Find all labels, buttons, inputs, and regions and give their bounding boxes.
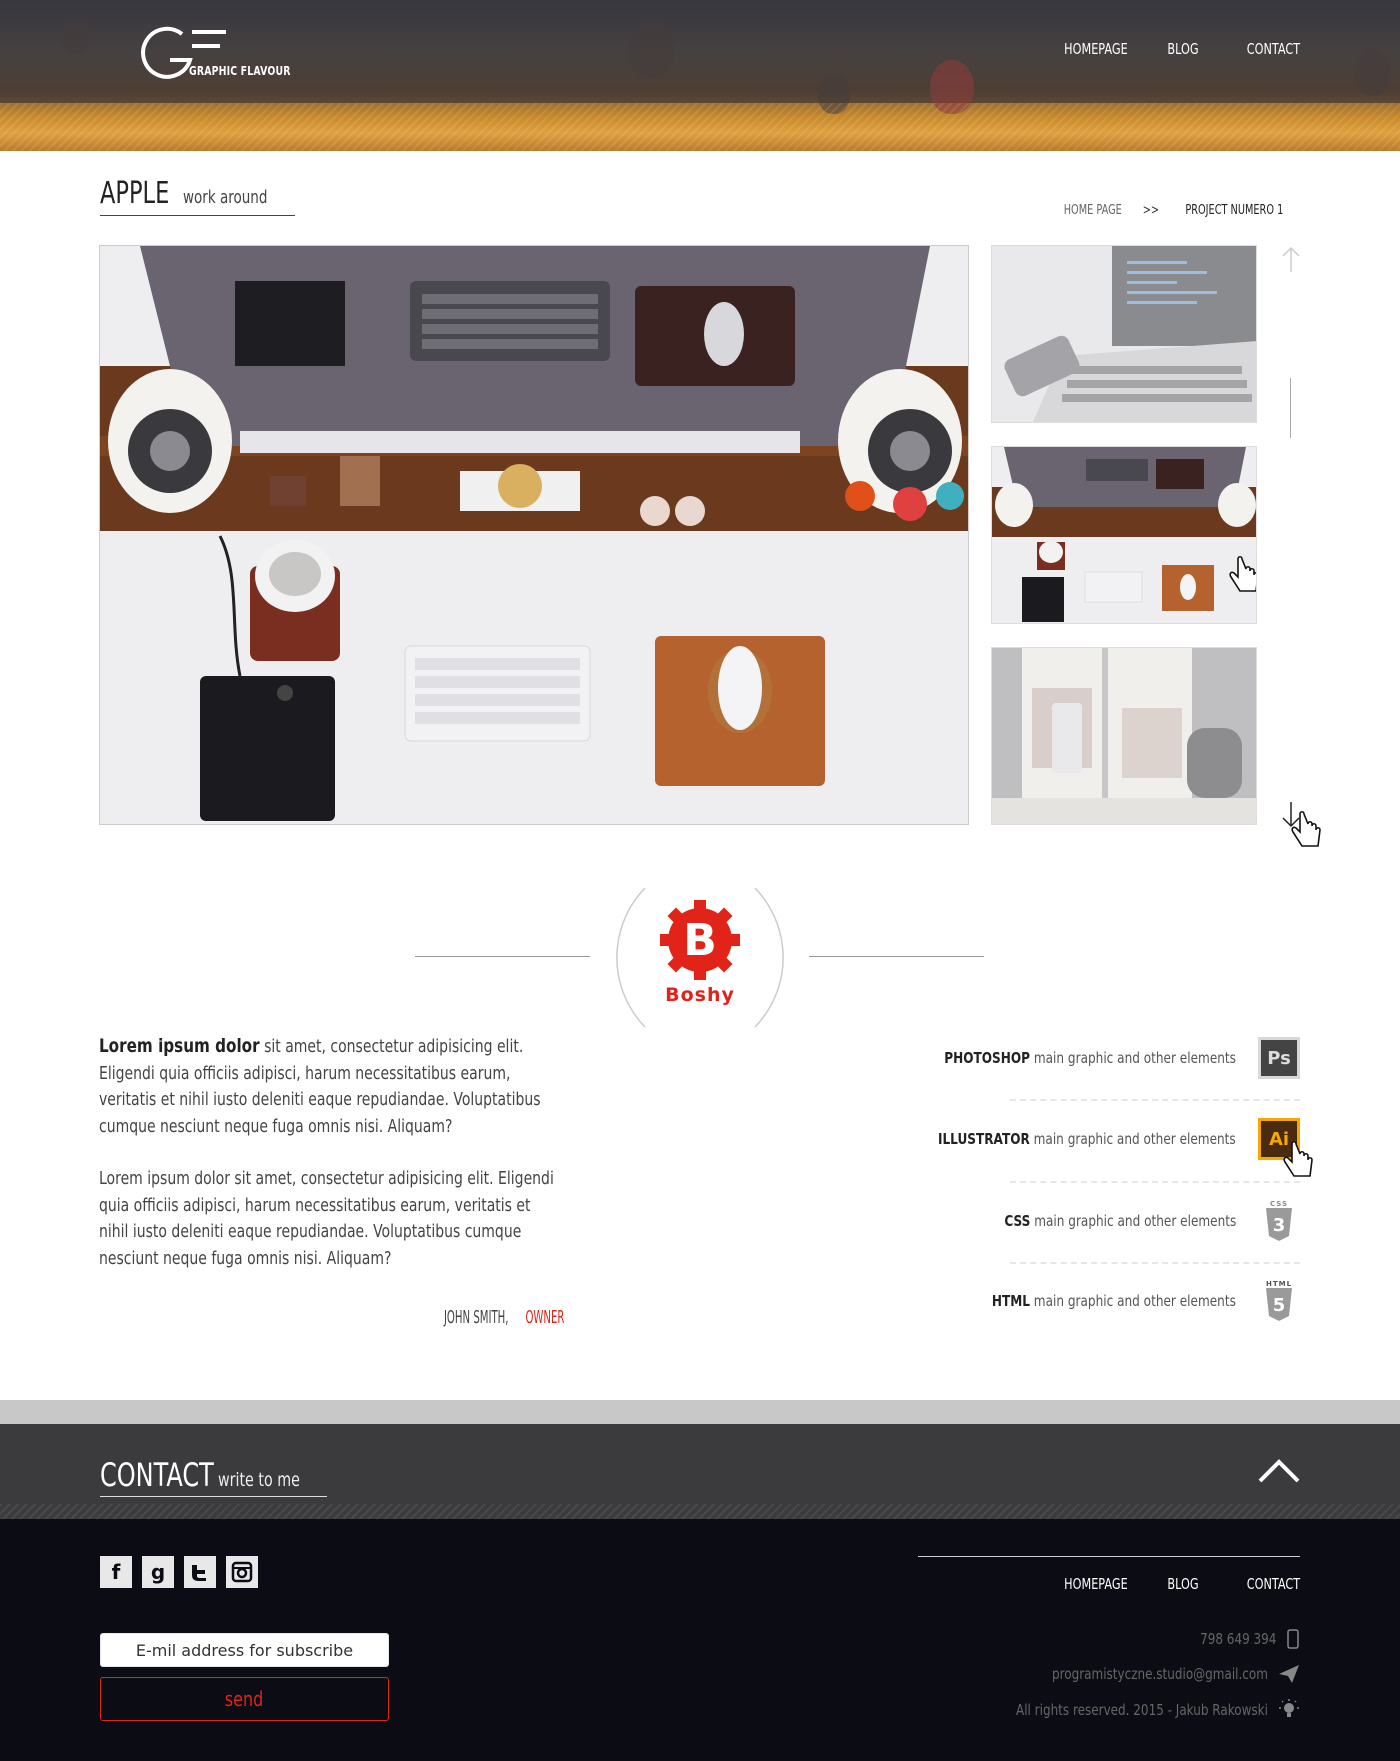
thumbnail-scrollbar[interactable] bbox=[1290, 378, 1291, 438]
footer-nav-blog[interactable]: BLOG bbox=[1168, 1575, 1199, 1593]
section-separator bbox=[0, 1400, 1400, 1424]
site-footer: f g send HOMEPAGE BLOG CONTACT 798 649 3… bbox=[0, 1519, 1400, 1761]
site-header: GRAPHIC FLAVOUR HOMEPAGE BLOG CONTACT bbox=[0, 0, 1400, 151]
hand-cursor-icon bbox=[1229, 555, 1256, 592]
contact-title-sub: write to me bbox=[218, 1469, 301, 1491]
office-photo bbox=[992, 648, 1256, 824]
thumbnail-office[interactable] bbox=[991, 647, 1257, 825]
skill-separator bbox=[1010, 1262, 1300, 1264]
footer-copyright: All rights reserved. 2015 - Jakub Rakows… bbox=[953, 1699, 1300, 1721]
hand-cursor-icon bbox=[1283, 1140, 1313, 1177]
brand-name: Boshy bbox=[665, 984, 735, 1006]
skill-separator bbox=[1010, 1181, 1300, 1183]
lightbulb-icon bbox=[1279, 1699, 1299, 1717]
svg-text:5: 5 bbox=[1273, 1295, 1286, 1316]
project-description: Lorem ipsum dolor sit amet, consectetur … bbox=[99, 1033, 569, 1272]
skill-illustrator: ILLUSTRATOR main graphic and other eleme… bbox=[854, 1118, 1313, 1177]
subscribe-email-input[interactable] bbox=[100, 1633, 389, 1667]
contact-title-main: CONTACT bbox=[100, 1456, 214, 1494]
footer-nav-contact[interactable]: CONTACT bbox=[1247, 1575, 1300, 1593]
illustrator-icon[interactable]: Ai bbox=[1258, 1118, 1313, 1177]
description-lead: Lorem ipsum dolor bbox=[99, 1035, 260, 1057]
breadcrumb-current: PROJECT NUMERO 1 bbox=[1185, 203, 1284, 218]
nav-contact[interactable]: CONTACT bbox=[1247, 40, 1300, 58]
footer-phone: 798 649 394 bbox=[1181, 1629, 1300, 1649]
page-title: APPLE work around bbox=[100, 176, 296, 216]
css3-icon[interactable]: CSS 3 bbox=[1258, 1200, 1300, 1242]
nav-blog[interactable]: BLOG bbox=[1168, 40, 1199, 58]
facebook-icon[interactable]: f bbox=[100, 1556, 132, 1588]
email-address[interactable]: programistyczne.studio@gmail.com bbox=[1052, 1665, 1268, 1683]
description-paragraph-1: Lorem ipsum dolor sit amet, consectetur … bbox=[99, 1033, 563, 1140]
project-main-image bbox=[99, 245, 969, 825]
desk-thumb-photo bbox=[992, 447, 1256, 623]
logo-text[interactable]: GRAPHIC FLAVOUR bbox=[189, 64, 291, 78]
scroll-down-arrow-icon[interactable] bbox=[1282, 800, 1328, 856]
skill-label: PHOTOSHOP main graphic and other element… bbox=[944, 1049, 1236, 1067]
breadcrumb: HOME PAGE >> PROJECT NUMERO 1 bbox=[1054, 203, 1300, 218]
send-button[interactable]: send bbox=[100, 1677, 389, 1721]
header-hatch-pattern bbox=[0, 103, 1400, 151]
skill-photoshop: PHOTOSHOP main graphic and other element… bbox=[862, 1037, 1300, 1079]
footer-nav-homepage[interactable]: HOMEPAGE bbox=[1064, 1575, 1128, 1593]
phone-icon bbox=[1287, 1629, 1299, 1649]
html5-tag: HTML bbox=[1265, 1280, 1293, 1288]
breadcrumb-home[interactable]: HOME PAGE bbox=[1064, 203, 1122, 218]
contact-header: CONTACT write to me bbox=[0, 1424, 1400, 1519]
brand-letter: B bbox=[683, 915, 717, 966]
footer-divider bbox=[918, 1556, 1300, 1557]
css3-tag: CSS bbox=[1269, 1200, 1289, 1208]
hot-air-balloon bbox=[1355, 50, 1391, 96]
thumbnail-desk[interactable] bbox=[991, 446, 1257, 624]
svg-text:3: 3 bbox=[1273, 1215, 1286, 1236]
shield-icon: 5 bbox=[1266, 1288, 1292, 1321]
boshy-logo-icon: B bbox=[616, 887, 784, 1028]
chevron-up-icon[interactable] bbox=[1258, 1458, 1300, 1484]
scroll-up-arrow-icon[interactable] bbox=[1282, 245, 1300, 273]
description-paragraph-2: Lorem ipsum dolor sit amet, consectetur … bbox=[99, 1169, 554, 1269]
twitter-icon[interactable] bbox=[184, 1556, 216, 1588]
skill-css: CSS main graphic and other elements CSS … bbox=[939, 1200, 1300, 1242]
breadcrumb-separator-icon: >> bbox=[1142, 203, 1159, 218]
skill-label: HTML main graphic and other elements bbox=[991, 1292, 1236, 1310]
photoshop-icon[interactable]: Ps bbox=[1258, 1037, 1300, 1079]
copyright-text: All rights reserved. 2015 - Jakub Rakows… bbox=[1016, 1701, 1268, 1719]
social-links: f g bbox=[100, 1556, 258, 1588]
thumbnail-laptop[interactable] bbox=[991, 245, 1257, 423]
google-plus-icon[interactable]: g bbox=[142, 1556, 174, 1588]
signature-role: OWNER bbox=[526, 1307, 565, 1328]
skill-html: HTML main graphic and other elements HTM… bbox=[923, 1280, 1300, 1322]
hot-air-balloon bbox=[628, 22, 674, 78]
contact-hatch-pattern bbox=[0, 1504, 1400, 1519]
divider-right bbox=[809, 956, 984, 957]
footer-email: programistyczne.studio@gmail.com bbox=[998, 1664, 1300, 1684]
footer-nav: HOMEPAGE BLOG CONTACT bbox=[1043, 1575, 1300, 1593]
skill-label: ILLUSTRATOR main graphic and other eleme… bbox=[938, 1130, 1236, 1148]
shield-icon: 3 bbox=[1266, 1208, 1292, 1241]
nav-homepage[interactable]: HOMEPAGE bbox=[1064, 40, 1128, 58]
contact-title: CONTACT write to me bbox=[100, 1456, 328, 1497]
page-title-main: APPLE bbox=[100, 176, 170, 211]
signature: JOHN SMITH, OWNER bbox=[0, 1307, 565, 1328]
hot-air-balloon bbox=[60, 18, 90, 54]
main-nav: HOMEPAGE BLOG CONTACT bbox=[1043, 40, 1300, 58]
signature-name: JOHN SMITH, bbox=[444, 1307, 509, 1328]
skill-label: CSS main graphic and other elements bbox=[1004, 1212, 1236, 1230]
laptop-photo bbox=[992, 246, 1256, 422]
page-title-sub: work around bbox=[182, 187, 268, 208]
paper-plane-icon bbox=[1279, 1665, 1299, 1683]
phone-number: 798 649 394 bbox=[1199, 1630, 1276, 1648]
divider-left bbox=[415, 956, 590, 957]
html5-icon[interactable]: HTML 5 bbox=[1258, 1280, 1300, 1322]
instagram-icon[interactable] bbox=[226, 1556, 258, 1588]
skill-separator bbox=[1010, 1099, 1300, 1101]
desk-photo bbox=[100, 246, 968, 824]
